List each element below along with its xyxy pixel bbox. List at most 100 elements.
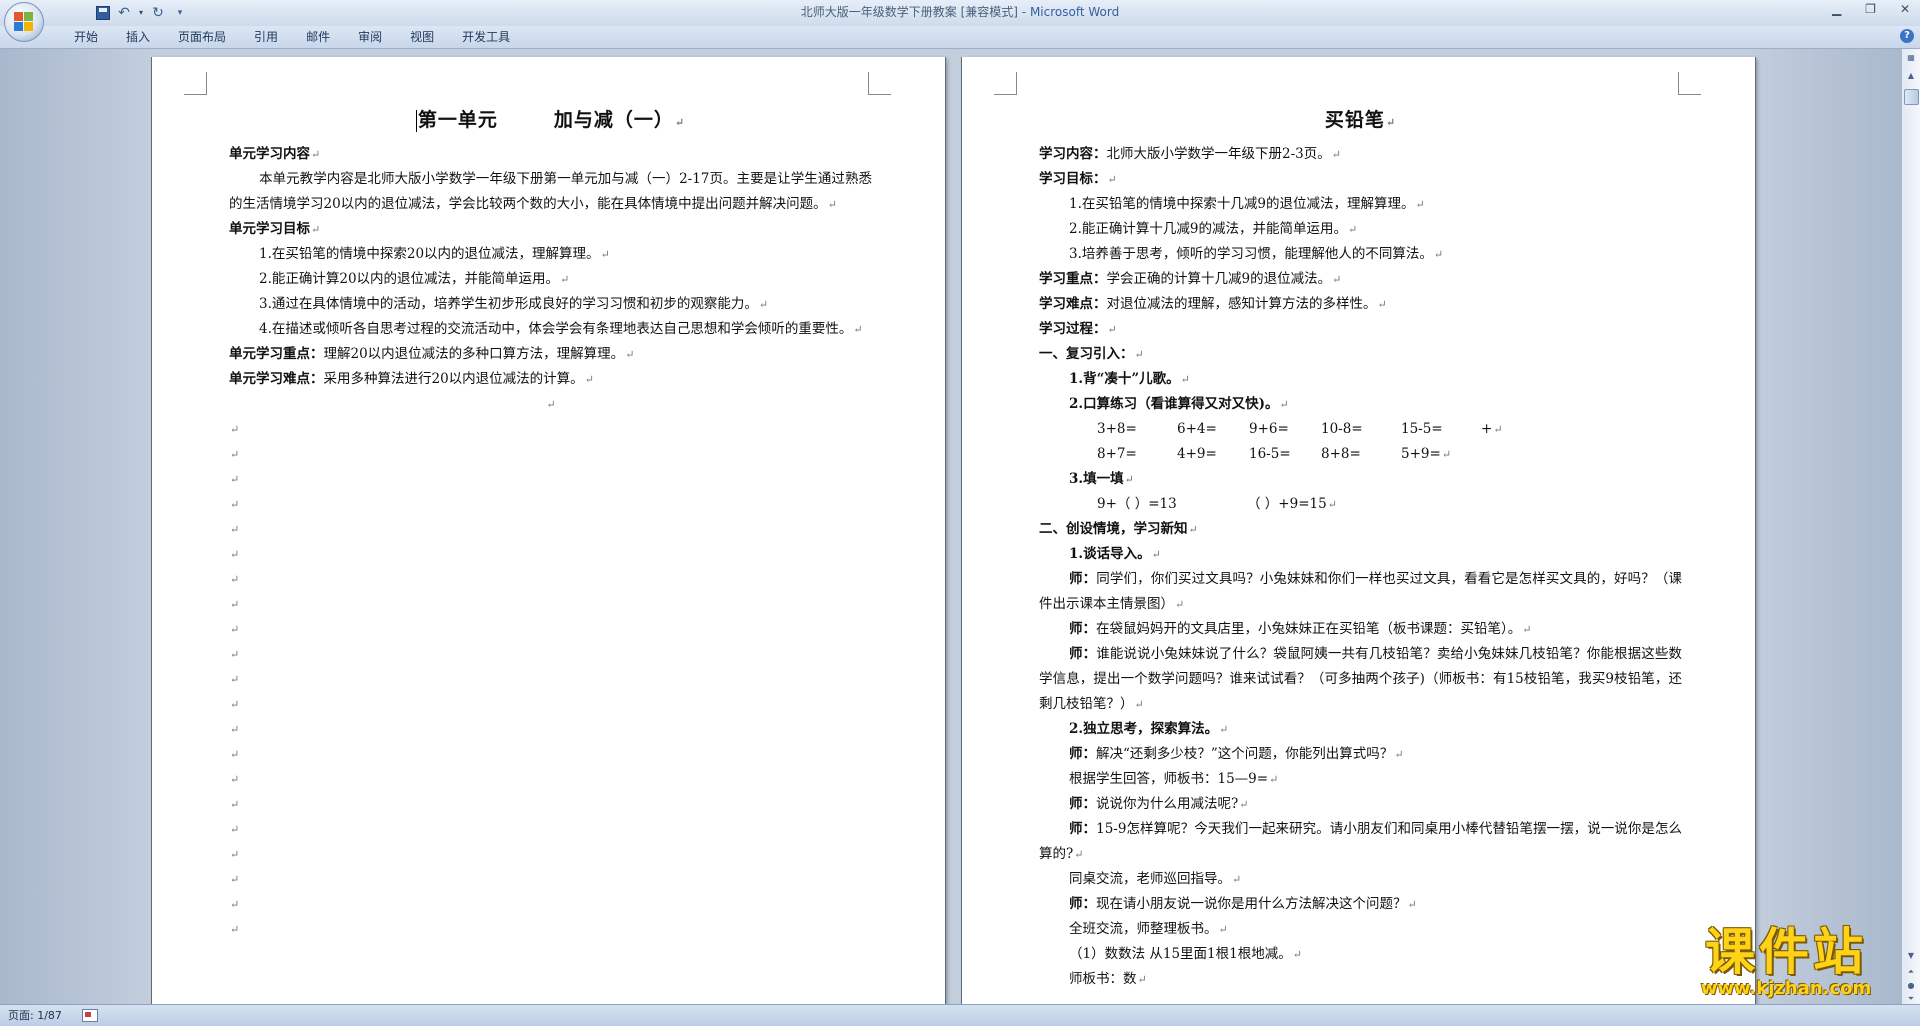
empty-paragraph: ↵	[546, 398, 556, 411]
vertical-scrollbar[interactable]: ▦ ▲ ▼ ⏶ ● ⏷	[1901, 49, 1920, 1004]
unit-title: 第一单元 加与减（一）↵	[415, 109, 686, 132]
teacher-line: 师：解决“还剩多少枝？”这个问题，你能列出算式吗？↵	[1069, 746, 1404, 762]
lesson-process-heading: 学习过程：↵	[1039, 321, 1117, 337]
window-title: 北师大版一年级数学下册教案 [兼容模式] - Microsoft Word	[0, 0, 1920, 26]
unit-goals-heading: 单元学习目标↵	[229, 221, 321, 237]
maximize-icon[interactable]: ❐	[1865, 2, 1876, 16]
paragraph-mark-icon: ↵	[230, 873, 240, 886]
watermark-url: www.kjzhan.com	[1700, 978, 1872, 999]
close-icon[interactable]: ✕	[1900, 2, 1910, 16]
empty-paragraph: ↵	[229, 667, 872, 692]
empty-paragraph: ↵	[229, 892, 872, 917]
window-controls: ▁ ❐ ✕	[1832, 2, 1910, 16]
teacher-line: 师：现在请小朋友说一说你是用什么方法解决这个问题？↵	[1069, 896, 1417, 912]
tab-developer[interactable]: 开发工具	[448, 26, 524, 48]
empty-paragraph: ↵	[229, 442, 872, 467]
scroll-down-icon[interactable]: ▼	[1904, 949, 1918, 963]
page-count[interactable]: 页面: 1/87	[8, 1005, 62, 1026]
tab-insert[interactable]: 插入	[112, 26, 164, 48]
watermark-text: 课件站	[1705, 923, 1867, 981]
empty-paragraph: ↵	[229, 792, 872, 817]
tab-review[interactable]: 审阅	[344, 26, 396, 48]
minimize-icon[interactable]: ▁	[1832, 2, 1841, 16]
empty-paragraph: ↵	[229, 592, 872, 617]
lesson-goal-item: 2.能正确计算十几减9的减法，并能简单运用。↵	[1069, 221, 1358, 237]
empty-paragraph: ↵	[229, 642, 872, 667]
paragraph-mark-icon: ↵	[230, 448, 240, 461]
lesson-goal-item: 1.在买铅笔的情境中探索十几减9的退位减法，理解算理。↵	[1069, 196, 1425, 212]
section-item: 1.背“凑十”儿歌。↵	[1069, 371, 1190, 387]
section-item: 2.独立思考，探索算法。↵	[1069, 721, 1229, 737]
calc-row: 8+7= 4+9= 16-5= 8+8= 5+9= ↵	[1097, 446, 1452, 462]
empty-paragraphs: ↵ ↵ ↵ ↵ ↵ ↵ ↵ ↵ ↵ ↵ ↵ ↵ ↵ ↵ ↵ ↵ ↵ ↵ ↵ ↵ ↵	[229, 417, 872, 942]
lesson-title: 买铅笔↵	[1324, 109, 1397, 131]
empty-paragraph: ↵	[229, 692, 872, 717]
unit-goal-item: 3.通过在具体情境中的活动，培养学生初步形成良好的学习习惯和初步的观察能力。↵	[259, 296, 769, 312]
paragraph-mark-icon: ↵	[230, 773, 240, 786]
empty-paragraph: ↵	[229, 842, 872, 867]
empty-paragraph: ↵	[229, 717, 872, 742]
proofing-icon[interactable]	[82, 1009, 98, 1022]
paragraph-mark-icon: ↵	[230, 748, 240, 761]
paragraph-mark-icon: ↵	[230, 723, 240, 736]
paragraph-mark-icon: ↵	[230, 698, 240, 711]
paragraph-mark-icon: ↵	[230, 673, 240, 686]
section-item: 2.口算练习（看谁算得又对又快)。↵	[1069, 396, 1289, 412]
office-logo-icon	[14, 12, 34, 32]
watermark-logo: 课件站 www.kjzhan.com	[1666, 925, 1906, 1003]
tab-home[interactable]: 开始	[60, 26, 112, 48]
empty-paragraph: ↵	[229, 542, 872, 567]
empty-paragraph: ↵	[229, 492, 872, 517]
paragraph-mark-icon: ↵	[230, 573, 240, 586]
office-button[interactable]	[4, 2, 44, 42]
paragraph-mark-icon: ↵	[230, 623, 240, 636]
tab-mailings[interactable]: 邮件	[292, 26, 344, 48]
unit-goal-item: 1.在买铅笔的情境中探索20以内的退位减法，理解算理。↵	[259, 246, 610, 262]
document-area[interactable]: 第一单元 加与减（一）↵ 单元学习内容↵ 本单元教学内容是北师大版小学数学一年级下…	[0, 49, 1902, 1004]
lesson-key-point: 学习重点：学会正确的计算十几减9的退位减法。↵	[1039, 271, 1342, 287]
lesson-goals-heading: 学习目标：↵	[1039, 171, 1117, 187]
document-page-1[interactable]: 第一单元 加与减（一）↵ 单元学习内容↵ 本单元教学内容是北师大版小学数学一年级下…	[152, 57, 945, 1004]
empty-paragraph: ↵	[229, 917, 872, 942]
previous-page-icon[interactable]: ⏶	[1904, 965, 1918, 979]
window-title-separator: -	[1017, 5, 1030, 19]
lesson-line: 同桌交流，老师巡回指导。↵	[1069, 871, 1242, 887]
empty-paragraph: ↵	[229, 867, 872, 892]
tab-view[interactable]: 视图	[396, 26, 448, 48]
title-bar: ↶ ▾ ↻ ▾ 北师大版一年级数学下册教案 [兼容模式] - Microsoft…	[0, 0, 1920, 26]
empty-paragraph: ↵	[229, 517, 872, 542]
scroll-thumb[interactable]	[1904, 89, 1919, 105]
page-1-body[interactable]: 第一单元 加与减（一）↵ 单元学习内容↵ 本单元教学内容是北师大版小学数学一年级下…	[229, 105, 872, 942]
teacher-line: 师：在袋鼠妈妈开的文具店里，小兔妹妹正在买铅笔（板书课题：买铅笔）。↵	[1069, 621, 1532, 637]
empty-paragraph: ↵	[229, 567, 872, 592]
teacher-line: 师：15-9怎样算呢？今天我们一起来研究。请小朋友们和同桌用小棒代替铅笔摆一摆，…	[1039, 821, 1683, 862]
paragraph-mark-icon: ↵	[230, 823, 240, 836]
section-heading: 一、复习引入：↵	[1039, 346, 1144, 362]
ruler-toggle-icon[interactable]: ▦	[1904, 51, 1918, 65]
paragraph-mark-icon: ↵	[230, 423, 240, 436]
section-item: 3.填一填↵	[1069, 471, 1134, 487]
calc-row: 3+8= 6+4= 9+6= 10-8= 15-5= + ↵	[1097, 421, 1503, 437]
page-2-body[interactable]: 买铅笔↵ 学习内容：北师大版小学数学一年级下册2-3页。↵ 学习目标：↵ 1.在…	[1039, 105, 1682, 992]
teacher-line: 师：说说你为什么用减法呢?↵	[1069, 796, 1249, 812]
paragraph-mark-icon: ↵	[230, 898, 240, 911]
fill-blank-row: 9+（ ）=13 （ ）+9=15 ↵	[1097, 496, 1337, 512]
status-bar: 页面: 1/87	[0, 1004, 1920, 1026]
unit-goal-item: 4.在描述或倾听各自思考过程的交流活动中，体会学会有条理地表达自己思想和学会倾听…	[259, 321, 863, 337]
text-cursor	[415, 110, 417, 132]
paragraph-mark-icon: ↵	[230, 798, 240, 811]
scroll-up-icon[interactable]: ▲	[1904, 69, 1918, 83]
window-title-document: 北师大版一年级数学下册教案 [兼容模式]	[800, 5, 1018, 19]
paragraph-mark-icon: ↵	[230, 848, 240, 861]
tab-references[interactable]: 引用	[240, 26, 292, 48]
paragraph-mark-icon: ↵	[230, 923, 240, 936]
browse-object-icon[interactable]: ●	[1904, 979, 1918, 993]
paragraph-mark-icon: ↵	[230, 598, 240, 611]
ribbon-tab-bar: 开始 插入 页面布局 引用 邮件 审阅 视图 开发工具 ?	[0, 26, 1920, 49]
paragraph-mark-icon: ↵	[230, 498, 240, 511]
help-icon[interactable]: ?	[1900, 29, 1914, 43]
empty-paragraph: ↵	[229, 817, 872, 842]
crop-mark-top-right	[1678, 72, 1701, 95]
tab-page-layout[interactable]: 页面布局	[164, 26, 240, 48]
document-page-2[interactable]: 买铅笔↵ 学习内容：北师大版小学数学一年级下册2-3页。↵ 学习目标：↵ 1.在…	[962, 57, 1755, 1004]
